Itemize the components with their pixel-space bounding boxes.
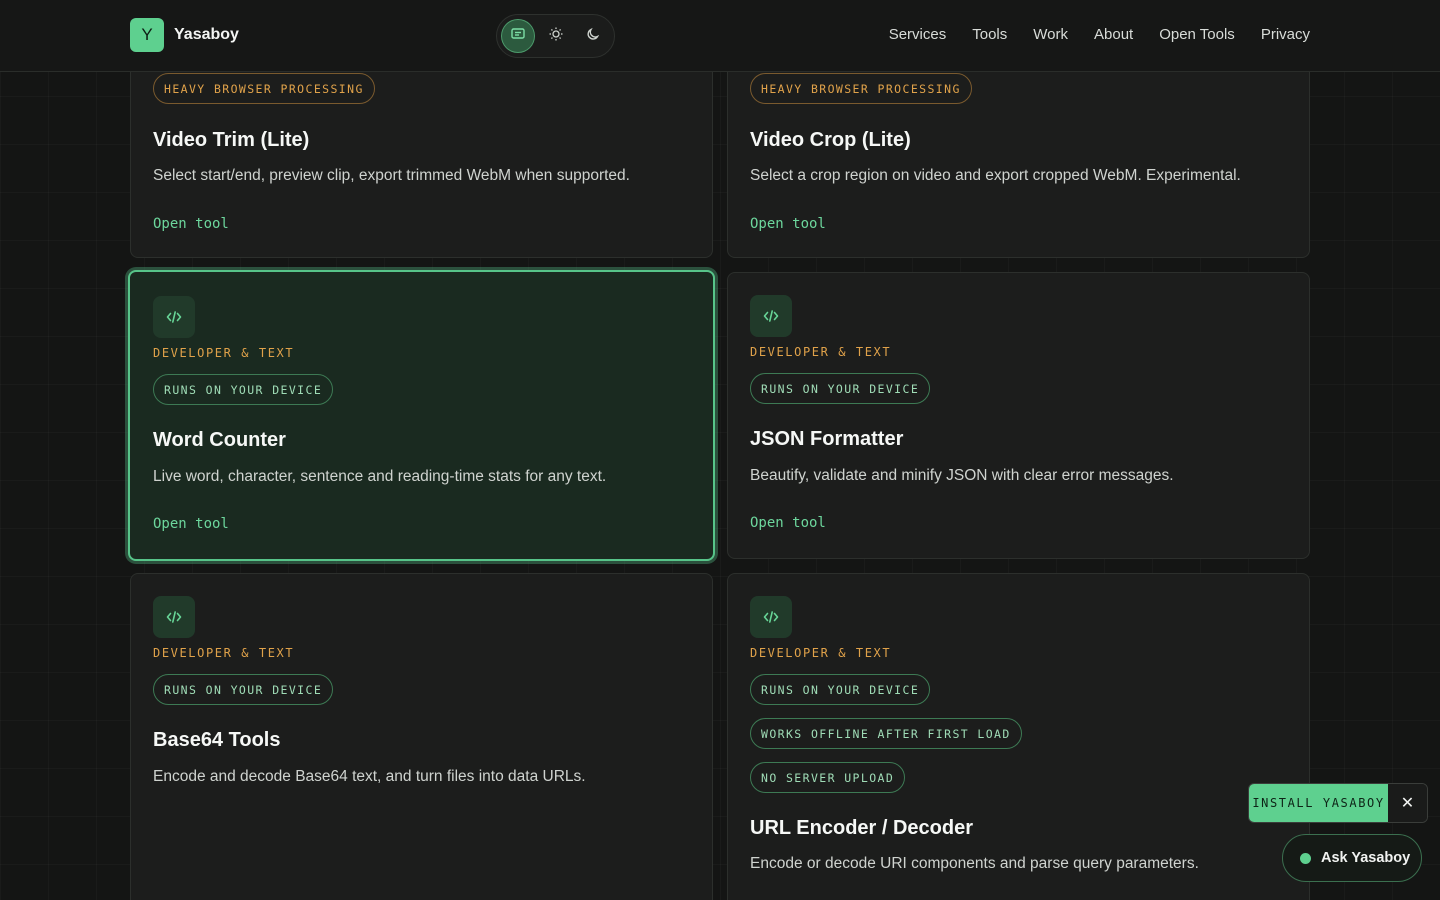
theme-system-button[interactable] — [501, 19, 535, 53]
tool-description: Live word, character, sentence and readi… — [153, 468, 607, 485]
tool-card-url-encoder[interactable]: DEVELOPER & TEXT RUNS ON YOUR DEVICE WOR… — [727, 573, 1310, 900]
sun-icon — [548, 26, 564, 47]
tool-card-video-trim[interactable]: HEAVY BROWSER PROCESSING Video Trim (Lit… — [130, 40, 713, 258]
nav-about[interactable]: About — [1094, 26, 1133, 43]
ask-assistant-label: Ask Yasaboy — [1321, 850, 1411, 866]
tool-description: Encode or decode URI components and pars… — [750, 855, 1199, 872]
tool-description: Beautify, validate and minify JSON with … — [750, 467, 1174, 484]
main-nav: Services Tools Work About Open Tools Pri… — [889, 26, 1310, 43]
theme-light-button[interactable] — [539, 19, 573, 53]
code-icon — [153, 596, 195, 638]
badge-heavy-processing: HEAVY BROWSER PROCESSING — [153, 73, 375, 104]
close-icon[interactable]: ✕ — [1388, 784, 1427, 822]
theme-switcher — [496, 14, 615, 58]
site-header: Y Yasaboy Services Tools Work About Open… — [0, 0, 1440, 72]
badge-runs-on-device: RUNS ON YOUR DEVICE — [750, 674, 931, 705]
system-icon — [510, 26, 526, 47]
brand-name: Yasaboy — [174, 26, 239, 43]
nav-open-tools[interactable]: Open Tools — [1159, 26, 1235, 43]
tool-title: JSON Formatter — [750, 428, 904, 450]
tool-description: Select a crop region on video and export… — [750, 167, 1241, 184]
badge-runs-on-device: RUNS ON YOUR DEVICE — [750, 373, 931, 404]
tool-card-video-crop[interactable]: HEAVY BROWSER PROCESSING Video Crop (Lit… — [727, 40, 1310, 258]
tool-title: Word Counter — [153, 429, 286, 451]
badge-no-server-upload: NO SERVER UPLOAD — [750, 762, 906, 793]
open-tool-link[interactable]: Open tool — [153, 516, 229, 532]
tool-card-word-counter[interactable]: DEVELOPER & TEXT RUNS ON YOUR DEVICE Wor… — [128, 270, 715, 561]
brand-link[interactable]: Y Yasaboy — [130, 18, 239, 52]
tool-card-base64[interactable]: DEVELOPER & TEXT RUNS ON YOUR DEVICE Bas… — [130, 573, 713, 900]
tool-description: Select start/end, preview clip, export t… — [153, 167, 630, 184]
nav-privacy[interactable]: Privacy — [1261, 26, 1310, 43]
nav-services[interactable]: Services — [889, 26, 947, 43]
open-tool-link[interactable]: Open tool — [750, 216, 826, 232]
tool-description: Encode and decode Base64 text, and turn … — [153, 768, 586, 785]
moon-icon — [585, 26, 601, 47]
badge-runs-on-device: RUNS ON YOUR DEVICE — [153, 674, 334, 705]
badge-runs-on-device: RUNS ON YOUR DEVICE — [153, 374, 334, 405]
ask-assistant-button[interactable]: Ask Yasaboy — [1282, 834, 1422, 882]
nav-work[interactable]: Work — [1033, 26, 1068, 43]
code-icon — [153, 296, 195, 338]
tool-title: Video Trim (Lite) — [153, 129, 310, 151]
install-prompt: INSTALL YASABOY ✕ — [1248, 783, 1428, 823]
nav-tools[interactable]: Tools — [972, 26, 1007, 43]
badge-heavy-processing: HEAVY BROWSER PROCESSING — [750, 73, 972, 104]
tool-title: Base64 Tools — [153, 729, 281, 751]
tool-category: DEVELOPER & TEXT — [153, 346, 295, 360]
tool-title: Video Crop (Lite) — [750, 129, 911, 151]
tool-category: DEVELOPER & TEXT — [750, 345, 892, 359]
badge-works-offline: WORKS OFFLINE AFTER FIRST LOAD — [750, 718, 1022, 749]
code-icon — [750, 596, 792, 638]
brand-logo: Y — [130, 18, 164, 52]
open-tool-link[interactable]: Open tool — [750, 515, 826, 531]
tool-title: URL Encoder / Decoder — [750, 817, 974, 839]
tool-category: DEVELOPER & TEXT — [153, 646, 295, 660]
status-dot-icon — [1300, 852, 1311, 864]
tool-category: DEVELOPER & TEXT — [750, 646, 892, 660]
tool-card-json-formatter[interactable]: DEVELOPER & TEXT RUNS ON YOUR DEVICE JSO… — [727, 272, 1310, 559]
install-button[interactable]: INSTALL YASABOY — [1249, 784, 1388, 822]
open-tool-link[interactable]: Open tool — [153, 216, 229, 232]
theme-dark-button[interactable] — [576, 19, 610, 53]
code-icon — [750, 295, 792, 337]
